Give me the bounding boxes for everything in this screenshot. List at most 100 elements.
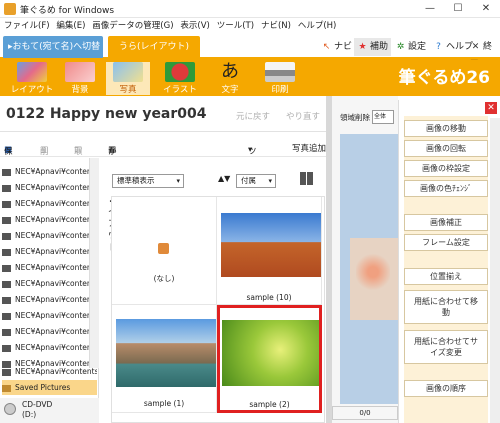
folder-icon — [2, 200, 11, 208]
drive-cd-dvd[interactable]: CD-DVD (D:) — [0, 398, 99, 423]
folder-item[interactable]: NEC¥Apnavi¥contents¥... — [2, 308, 97, 323]
fit-to-paper-move-button[interactable]: 用紙に合わせて移動 — [404, 290, 488, 324]
folder-icon — [2, 368, 11, 376]
tool-print[interactable]: 印刷 — [258, 62, 302, 95]
document-header: 0122 Happy new year004 元に戻す やり直す — [0, 100, 326, 132]
folder-tree: NEC¥Apnavi¥contents¥... NEC¥Apnavi¥conte… — [0, 158, 99, 423]
folder-item-saved-pictures[interactable]: Saved Pictures — [2, 380, 97, 395]
no-image-icon — [158, 243, 169, 254]
illustration-icon — [165, 62, 195, 82]
add-photo-button[interactable]: 写真追加 — [292, 142, 326, 154]
folder-item[interactable]: NEC¥Apnavi¥contents¥... — [2, 292, 97, 307]
menu-view[interactable]: 表示(V) — [180, 18, 209, 34]
menu-navi[interactable]: ナビ(N) — [261, 18, 291, 34]
folder-icon — [2, 184, 11, 192]
navi-button[interactable]: ↖ ナビ — [318, 38, 355, 56]
thumbnail-sample-2-selected[interactable]: sample (2) — [217, 305, 322, 413]
move-image-button[interactable]: 画像の移動 — [404, 120, 488, 137]
thumbnail-sample-10[interactable]: sample (10) — [217, 197, 322, 305]
grid-view-icon[interactable] — [300, 172, 313, 185]
page-counter: 0/0 — [332, 406, 398, 420]
main-toolbar: レイアウト 背景 写真 イラスト あ 文字 印刷 筆ぐるめ26 — [0, 60, 500, 96]
sort-select[interactable]: 付属 ▾ — [236, 174, 276, 188]
zoom-select[interactable]: 全体 — [372, 110, 394, 124]
folder-item[interactable]: NEC¥Apnavi¥contents¥... — [2, 180, 97, 195]
folder-item[interactable]: NEC¥Apnavi¥contents¥... — [2, 228, 97, 243]
tool-background[interactable]: 背景 — [58, 62, 102, 95]
maximize-button[interactable]: ☐ — [444, 0, 472, 18]
help-icon: ? — [436, 42, 441, 52]
align-position-button[interactable]: 位置揃え — [404, 268, 488, 285]
document-title: 0122 Happy new year004 — [6, 106, 207, 122]
settings-button[interactable]: ✲ 設定 — [392, 38, 429, 56]
folder-icon — [2, 328, 11, 336]
image-order-button[interactable]: 画像の順序 — [404, 380, 488, 397]
tool-layout[interactable]: レイアウト — [10, 62, 54, 95]
brush-text-icon: あ — [221, 61, 239, 82]
star-icon: ★ — [358, 42, 367, 52]
folder-icon — [2, 232, 11, 240]
exit-icon: ✕ — [471, 42, 480, 52]
folder-item[interactable]: NEC¥Apnavi¥contents¥... — [2, 244, 97, 259]
folder-icon — [2, 248, 11, 256]
fit-to-paper-resize-button[interactable]: 用紙に合わせてサイズ変更 — [404, 330, 488, 364]
tab-back-layout[interactable]: うら(レイアウト) — [108, 36, 200, 60]
folder-item[interactable]: NEC¥Apnavi¥contents¥... — [2, 340, 97, 355]
folder-icon — [2, 216, 11, 224]
image-correction-button[interactable]: 画像補正 — [404, 214, 488, 231]
menu-image-data[interactable]: 画像データの管理(G) — [92, 18, 173, 34]
thumbnail-none[interactable]: (なし) — [112, 197, 217, 305]
tool-text[interactable]: あ 文字 — [208, 61, 252, 96]
assist-button[interactable]: ★ 補助 — [354, 38, 392, 56]
folder-item[interactable]: NEC¥Apnavi¥contents¥... — [2, 324, 97, 339]
tool-illustration[interactable]: イラスト — [158, 62, 202, 95]
preview-photo — [356, 252, 390, 292]
menu-help[interactable]: ヘルプ(H) — [298, 18, 337, 34]
tab-row: ▸おもて(宛て名)へ切替 うら(レイアウト) ↖ ナビ ★ 補助 ✲ 設定 ? ヘルプ … — [0, 34, 500, 70]
folder-icon — [2, 384, 11, 392]
redo-button[interactable]: やり直す — [286, 110, 320, 122]
color-change-button[interactable]: 画像の色ﾁｪﾝｼﾞ — [404, 180, 488, 197]
rotate-image-button[interactable]: 画像の回転 — [404, 140, 488, 157]
thumbnail-grid: (なし) sample (10) sample (1) sample (2) — [111, 196, 325, 423]
file-toolbar: ■ 保存 ▥ 削除 ▤ 取込 ▦ かんたんレイアウト ツール ▾ 写真追加 — [0, 139, 326, 253]
folder-item[interactable]: NEC¥Apnavi¥contents¥... — [2, 212, 97, 227]
folder-item[interactable]: NEC¥Apnavi¥contents¥... — [2, 196, 97, 211]
folder-item[interactable]: NEC¥Apnavi¥contents¥... — [2, 276, 97, 291]
menu-edit[interactable]: 編集(E) — [56, 18, 85, 34]
folder-icon — [2, 344, 11, 352]
thumbnail-image — [116, 319, 216, 387]
menu-file[interactable]: ファイル(F) — [4, 18, 50, 34]
sort-toggle[interactable]: ▲▼ — [218, 174, 230, 183]
undo-button[interactable]: 元に戻す — [236, 110, 270, 122]
panel-scrollbar[interactable] — [490, 118, 500, 423]
menu-tools[interactable]: ツール(T) — [217, 18, 254, 34]
close-button[interactable]: ✕ — [472, 0, 500, 18]
folder-icon — [2, 312, 11, 320]
frame-setting-button[interactable]: 画像の枠設定 — [404, 160, 488, 177]
minimize-button[interactable]: — — [416, 0, 444, 18]
thumbnail-controls: 標準積表示 ▾ ▲▼ 付属 ▾ — [100, 158, 326, 200]
folder-item[interactable]: NEC¥Apnavi¥contents¥... — [2, 260, 97, 275]
window-title: 筆ぐるめ for Windows — [20, 6, 115, 16]
area-delete-button[interactable]: 領域削除 — [340, 112, 370, 123]
thumbnail-sample-1[interactable]: sample (1) — [112, 305, 217, 413]
panel-close-icon[interactable]: ✕ — [485, 102, 497, 114]
tree-scrollbar[interactable] — [89, 158, 99, 368]
background-icon — [65, 62, 95, 82]
chevron-down-icon: ▾ — [248, 145, 253, 155]
frame-settings-button[interactable]: フレーム設定 — [404, 234, 488, 251]
folder-item[interactable]: NEC¥Apnavi¥contents¥... — [2, 364, 97, 379]
layout-icon — [17, 62, 47, 82]
menu-bar: ファイル(F) 編集(E) 画像データの管理(G) 表示(V) ツール(T) ナ… — [0, 18, 500, 34]
exit-button[interactable]: ✕終了 — [467, 38, 500, 70]
display-mode-select[interactable]: 標準積表示 ▾ — [112, 174, 184, 188]
preview-card[interactable] — [350, 238, 398, 320]
tab-front-address[interactable]: ▸おもて(宛て名)へ切替 — [3, 36, 103, 58]
title-bar: 筆ぐるめ for Windows — ☐ ✕ — [0, 0, 500, 18]
folder-icon — [2, 280, 11, 288]
disc-icon — [4, 403, 16, 415]
folder-icon — [2, 264, 11, 272]
folder-item[interactable]: NEC¥Apnavi¥contents¥... — [2, 164, 97, 179]
tool-photo[interactable]: 写真 — [106, 62, 150, 95]
